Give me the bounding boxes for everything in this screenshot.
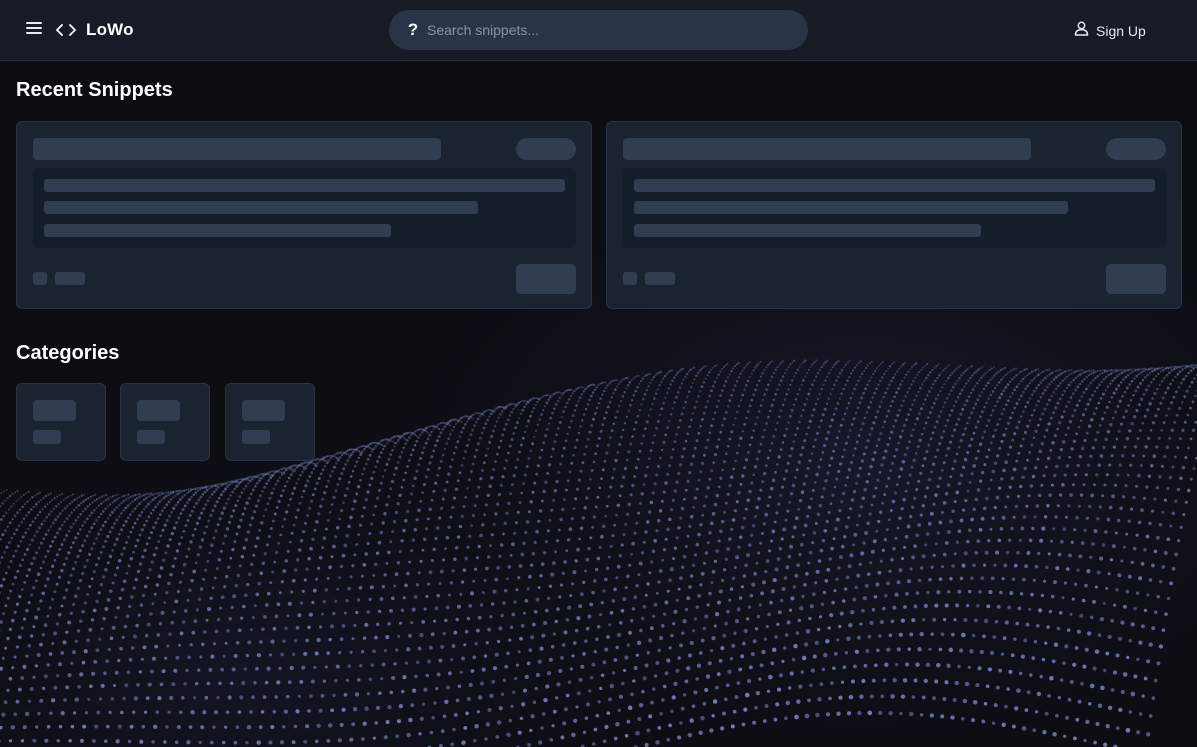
- category-card-skeleton[interactable]: [16, 383, 106, 461]
- skeleton-meta-text: [55, 272, 85, 285]
- skeleton-code-line: [634, 201, 1068, 214]
- code-brackets-icon: [56, 23, 78, 37]
- search-bar: ?: [389, 10, 808, 50]
- skeleton-code-line: [634, 224, 981, 237]
- skeleton-code-line: [44, 179, 565, 192]
- background-particle-wave: [0, 0, 1197, 747]
- skeleton-code-line: [44, 201, 478, 214]
- skeleton-language-badge: [516, 138, 576, 160]
- skeleton-category-count: [33, 430, 61, 444]
- skeleton-category-icon: [242, 400, 285, 421]
- categories-heading: Categories: [16, 342, 120, 364]
- skeleton-language-badge: [1106, 138, 1166, 160]
- skeleton-snippet-title: [623, 138, 1031, 160]
- sign-up-label: Sign Up: [1096, 23, 1146, 39]
- brand-logo-link[interactable]: LoWo: [56, 18, 134, 42]
- skeleton-category-icon: [33, 400, 76, 421]
- skeleton-meta-icon: [623, 272, 637, 285]
- skeleton-code-preview: [623, 168, 1166, 248]
- skeleton-action-button: [516, 264, 576, 294]
- hamburger-menu-icon: [26, 21, 42, 39]
- skeleton-category-icon: [137, 400, 180, 421]
- snippet-card-skeleton: [16, 121, 592, 309]
- question-mark-icon: ?: [407, 20, 419, 39]
- brand-name: LoWo: [86, 20, 134, 39]
- skeleton-meta-icon: [33, 272, 47, 285]
- top-navigation-bar: LoWo ? Sign Up: [0, 0, 1197, 61]
- category-card-skeleton[interactable]: [225, 383, 315, 461]
- user-icon: [1074, 21, 1089, 41]
- skeleton-action-button: [1106, 264, 1166, 294]
- skeleton-code-line: [44, 224, 391, 237]
- skeleton-category-count: [137, 430, 165, 444]
- hamburger-menu-button[interactable]: [24, 20, 44, 40]
- search-input[interactable]: [427, 15, 787, 45]
- skeleton-code-line: [634, 179, 1155, 192]
- skeleton-category-count: [242, 430, 270, 444]
- skeleton-meta-text: [645, 272, 675, 285]
- skeleton-snippet-title: [33, 138, 441, 160]
- category-card-skeleton[interactable]: [120, 383, 210, 461]
- skeleton-code-preview: [33, 168, 576, 248]
- snippet-card-skeleton: [606, 121, 1182, 309]
- recent-snippets-heading: Recent Snippets: [16, 79, 173, 101]
- sign-up-button[interactable]: Sign Up: [1074, 20, 1146, 42]
